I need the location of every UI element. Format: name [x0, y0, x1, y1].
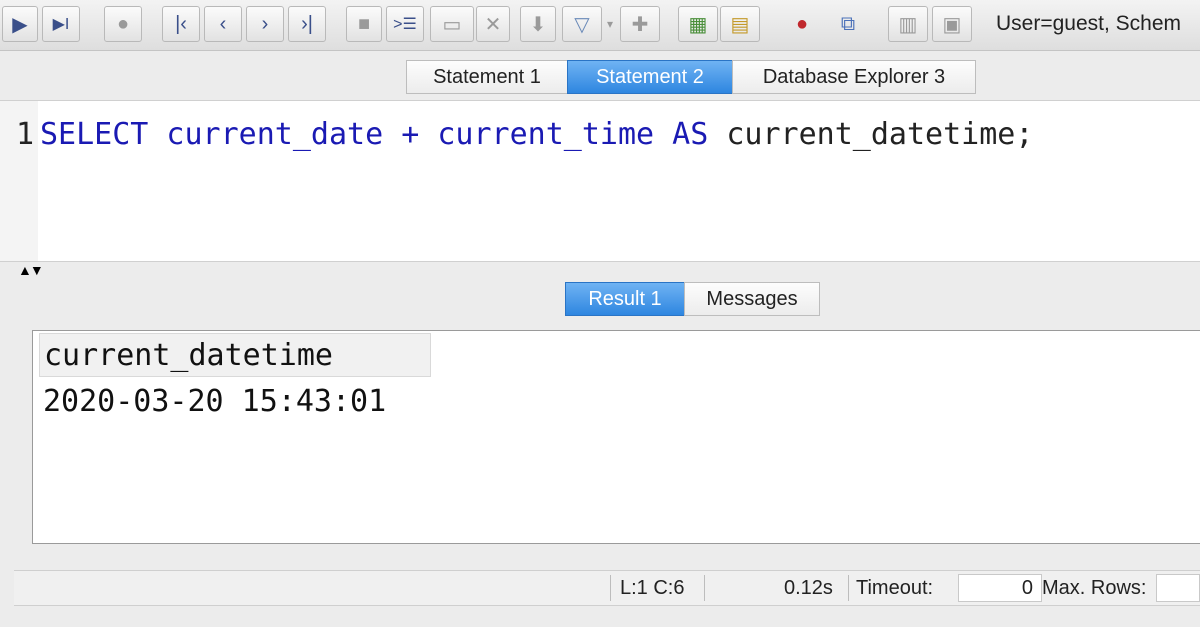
first-icon[interactable]: |‹ — [162, 6, 200, 42]
keyword-as: AS — [654, 117, 727, 152]
expression-current-date: current_date + — [148, 117, 438, 152]
keyword-select: SELECT — [40, 117, 149, 152]
sql-editor[interactable]: 1 SELECT current_date + current_time AS … — [0, 100, 1200, 262]
filter-icon[interactable]: ▽ — [562, 6, 602, 42]
timeout-label: Timeout: — [856, 576, 934, 599]
pin-icon[interactable]: ⬇ — [520, 6, 556, 42]
run-step-icon[interactable]: ▶I — [42, 6, 80, 42]
copy-icon[interactable]: ▥ — [888, 6, 928, 42]
table-cell[interactable]: 2020-03-20 15:43:01 — [39, 379, 431, 423]
schema-icon[interactable]: ⧉ — [828, 6, 868, 42]
column-alias: current_datetime; — [726, 117, 1034, 152]
edit-icon[interactable]: ▭ — [430, 6, 474, 42]
result-grid[interactable]: current_datetime 2020-03-20 15:43:01 — [32, 330, 1200, 544]
column-header[interactable]: current_datetime — [39, 333, 431, 377]
elapsed-time: 0.12s — [784, 576, 833, 599]
stop-icon[interactable]: ● — [104, 6, 142, 42]
max-rows-field[interactable] — [1156, 574, 1200, 602]
last-icon[interactable]: ›| — [288, 6, 326, 42]
export-icon[interactable]: ▣ — [932, 6, 972, 42]
next-icon[interactable]: › — [246, 6, 284, 42]
tab-result-1[interactable]: Result 1 — [565, 282, 685, 316]
divider — [704, 575, 705, 601]
save-icon[interactable]: ■ — [346, 6, 382, 42]
status-bar: L:1 C:6 0.12s Timeout: 0 Max. Rows: — [14, 570, 1200, 606]
prev-icon[interactable]: ‹ — [204, 6, 242, 42]
tab-statement-1[interactable]: Statement 1 — [406, 60, 568, 94]
chevron-down-icon[interactable]: ▾ — [602, 6, 618, 42]
toolbar: ▶ ▶I ● |‹ ‹ › ›| ■ >☰ ▭ ✕ ⬇ ▽ ▾ ✚ ▦ ▤ ● … — [0, 0, 1200, 51]
expression-current-time: current_time — [437, 117, 655, 152]
tab-messages[interactable]: Messages — [684, 282, 820, 316]
insert-row-icon[interactable]: >☰ — [386, 6, 424, 42]
open-icon[interactable]: ▤ — [720, 6, 760, 42]
sql-code-line[interactable]: SELECT current_date + current_time AS cu… — [40, 117, 1033, 152]
divider — [848, 575, 849, 601]
new-sheet-icon[interactable]: ▦ — [678, 6, 718, 42]
run-icon[interactable]: ▶ — [2, 6, 38, 42]
disconnect-icon[interactable]: ● — [784, 6, 820, 42]
clear-filter-icon[interactable]: ✚ — [620, 6, 660, 42]
divider — [610, 575, 611, 601]
splitter-arrows-icon[interactable]: ▲▼ — [18, 262, 44, 278]
timeout-field[interactable]: 0 — [958, 574, 1042, 602]
max-rows-label: Max. Rows: — [1042, 576, 1147, 599]
tab-statement-2[interactable]: Statement 2 — [567, 60, 733, 94]
delete-icon[interactable]: ✕ — [476, 6, 510, 42]
statement-tabs: Statement 1 Statement 2 Database Explore… — [0, 60, 1200, 96]
cursor-position: L:1 C:6 — [620, 576, 685, 599]
connection-label: User=guest, Schem — [996, 12, 1182, 35]
line-number: 1 — [16, 117, 35, 152]
tab-database-explorer-3[interactable]: Database Explorer 3 — [732, 60, 976, 94]
